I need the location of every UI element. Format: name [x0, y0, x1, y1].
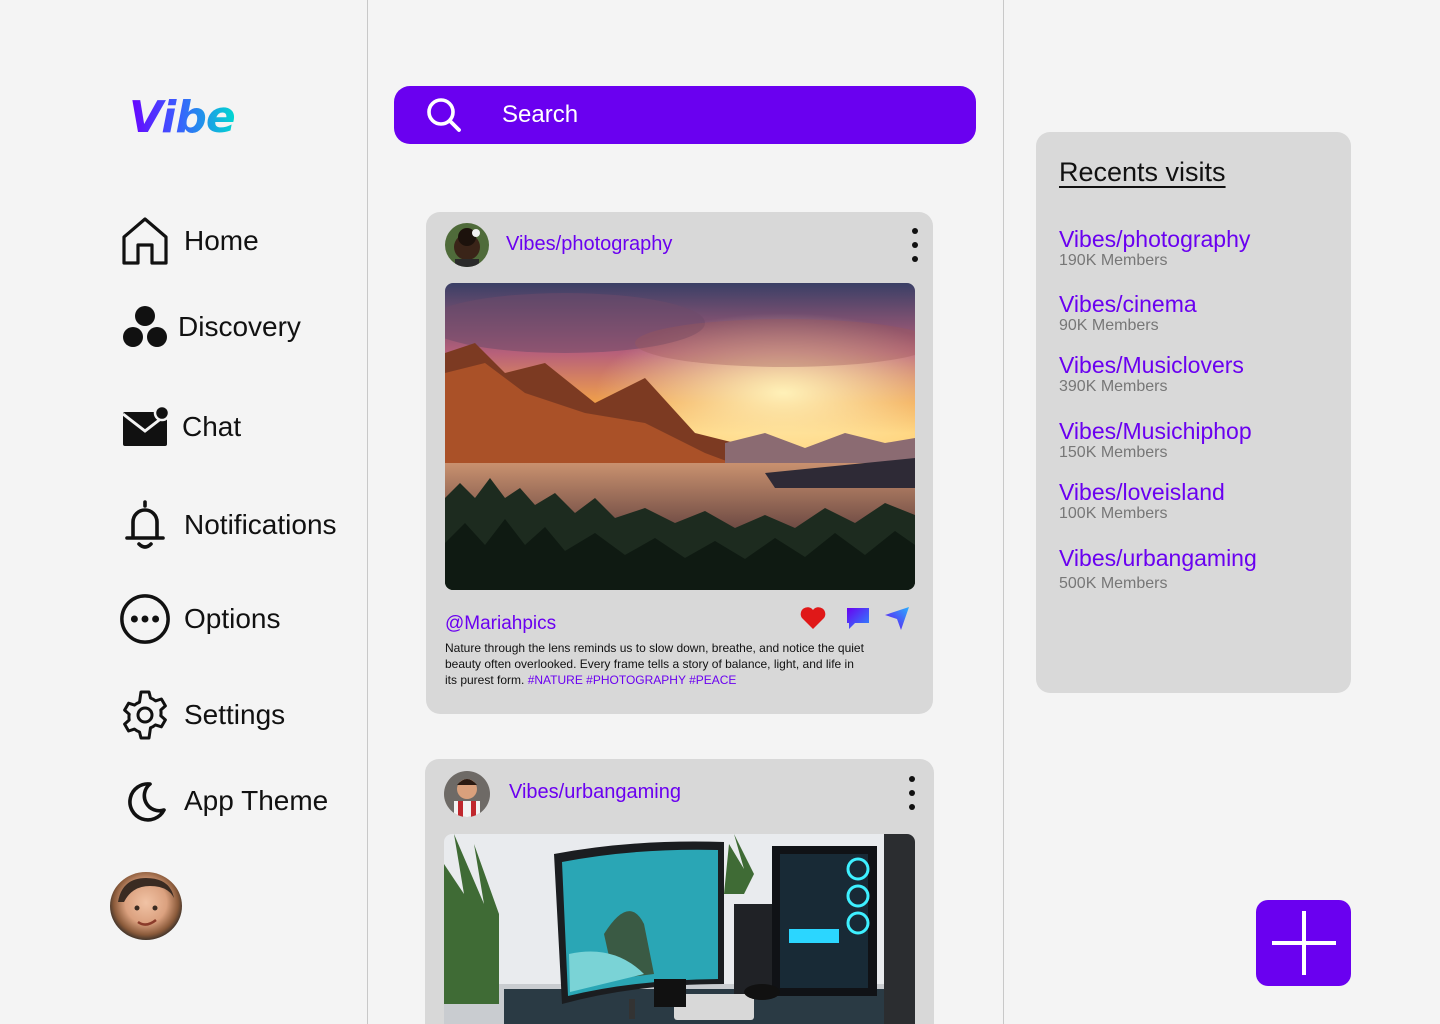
nav-item-app-theme[interactable]: App Theme — [118, 774, 328, 828]
recent-item-members: 190K Members — [1059, 252, 1168, 269]
search-input[interactable]: Search — [502, 101, 578, 129]
post-author-avatar[interactable] — [444, 771, 490, 817]
recent-item[interactable]: Vibes/Musichiphop 150K Members — [1059, 418, 1252, 462]
search-bar[interactable]: Search — [394, 86, 976, 144]
post-more-icon[interactable] — [910, 228, 920, 262]
comment-icon[interactable] — [843, 603, 873, 633]
recent-item[interactable]: Vibes/Musiclovers 390K Members — [1059, 352, 1244, 396]
heart-icon[interactable] — [798, 603, 828, 633]
post-image[interactable] — [445, 283, 915, 590]
home-icon — [118, 214, 172, 268]
post-card: Vibes/urbangaming — [425, 759, 934, 1024]
post-hashtags[interactable]: #NATURE #PHOTOGRAPHY #PEACE — [528, 673, 737, 687]
post-image[interactable] — [444, 834, 915, 1024]
post-community-link[interactable]: Vibes/urbangaming — [509, 781, 681, 804]
nav-label-settings: Settings — [184, 699, 286, 730]
recent-item-name[interactable]: Vibes/urbangaming — [1059, 545, 1257, 571]
recent-visits-title: Recents visits — [1059, 157, 1226, 187]
nav-item-notifications[interactable]: Notifications — [118, 498, 337, 552]
gear-icon — [118, 688, 172, 742]
nav-item-home[interactable]: Home — [118, 214, 259, 268]
post-author-handle[interactable]: @Mariahpics — [445, 613, 556, 635]
search-icon — [427, 98, 461, 132]
nav-label-options: Options — [184, 603, 281, 634]
recent-item-members: 390K Members — [1059, 378, 1168, 395]
create-post-button[interactable] — [1256, 900, 1351, 986]
recent-item-name[interactable]: Vibes/cinema — [1059, 291, 1197, 317]
recent-item[interactable]: Vibes/photography 190K Members — [1059, 226, 1250, 270]
post-community-link[interactable]: Vibes/photography — [506, 233, 672, 256]
send-icon[interactable] — [882, 603, 912, 633]
nav-label-discovery: Discovery — [178, 311, 301, 342]
recent-item-members: 100K Members — [1059, 505, 1168, 522]
sidebar: Vibe Home Discovery Chat Notifications O… — [0, 0, 368, 1024]
nav-label-chat: Chat — [182, 411, 242, 442]
moon-icon — [118, 774, 172, 828]
recent-item[interactable]: Vibes/urbangaming 500K Members — [1059, 545, 1257, 593]
recent-item-name[interactable]: Vibes/Musiclovers — [1059, 352, 1244, 378]
feed: Search Vibes/photography @Mariahpics Nat… — [368, 0, 1004, 1024]
post-more-icon[interactable] — [907, 776, 917, 810]
recent-item[interactable]: Vibes/cinema 90K Members — [1059, 291, 1197, 335]
recent-item-name[interactable]: Vibes/photography — [1059, 226, 1250, 252]
plus-icon — [1271, 911, 1336, 975]
post-author-avatar[interactable] — [445, 223, 489, 267]
discovery-icon — [118, 300, 172, 354]
more-circle-icon — [118, 592, 172, 646]
nav-item-discovery[interactable]: Discovery — [118, 300, 301, 354]
nav-item-chat[interactable]: Chat — [118, 400, 241, 454]
recent-item-name[interactable]: Vibes/loveisland — [1059, 479, 1225, 505]
recent-item-name[interactable]: Vibes/Musichiphop — [1059, 418, 1252, 444]
post-card: Vibes/photography @Mariahpics Nature thr… — [426, 212, 933, 714]
recent-visits-panel: Recents visits Vibes/photography 190K Me… — [1036, 132, 1351, 693]
bell-icon — [118, 498, 172, 552]
app-window: Vibe Home Discovery Chat Notifications O… — [0, 0, 1440, 1024]
nav-label-app-theme: App Theme — [184, 785, 329, 816]
profile-avatar[interactable] — [110, 872, 182, 940]
recent-item-members: 150K Members — [1059, 444, 1168, 461]
nav-item-options[interactable]: Options — [118, 592, 281, 646]
post-caption: Nature through the lens reminds us to sl… — [445, 640, 865, 688]
mail-icon — [118, 400, 172, 454]
recent-item-members: 90K Members — [1059, 317, 1159, 334]
recent-item[interactable]: Vibes/loveisland 100K Members — [1059, 479, 1225, 523]
nav-label-home: Home — [184, 225, 259, 256]
nav-label-notifications: Notifications — [184, 509, 337, 540]
nav-item-settings[interactable]: Settings — [118, 688, 285, 742]
vibe-logo[interactable]: Vibe — [129, 92, 236, 143]
recent-item-members: 500K Members — [1059, 575, 1168, 592]
